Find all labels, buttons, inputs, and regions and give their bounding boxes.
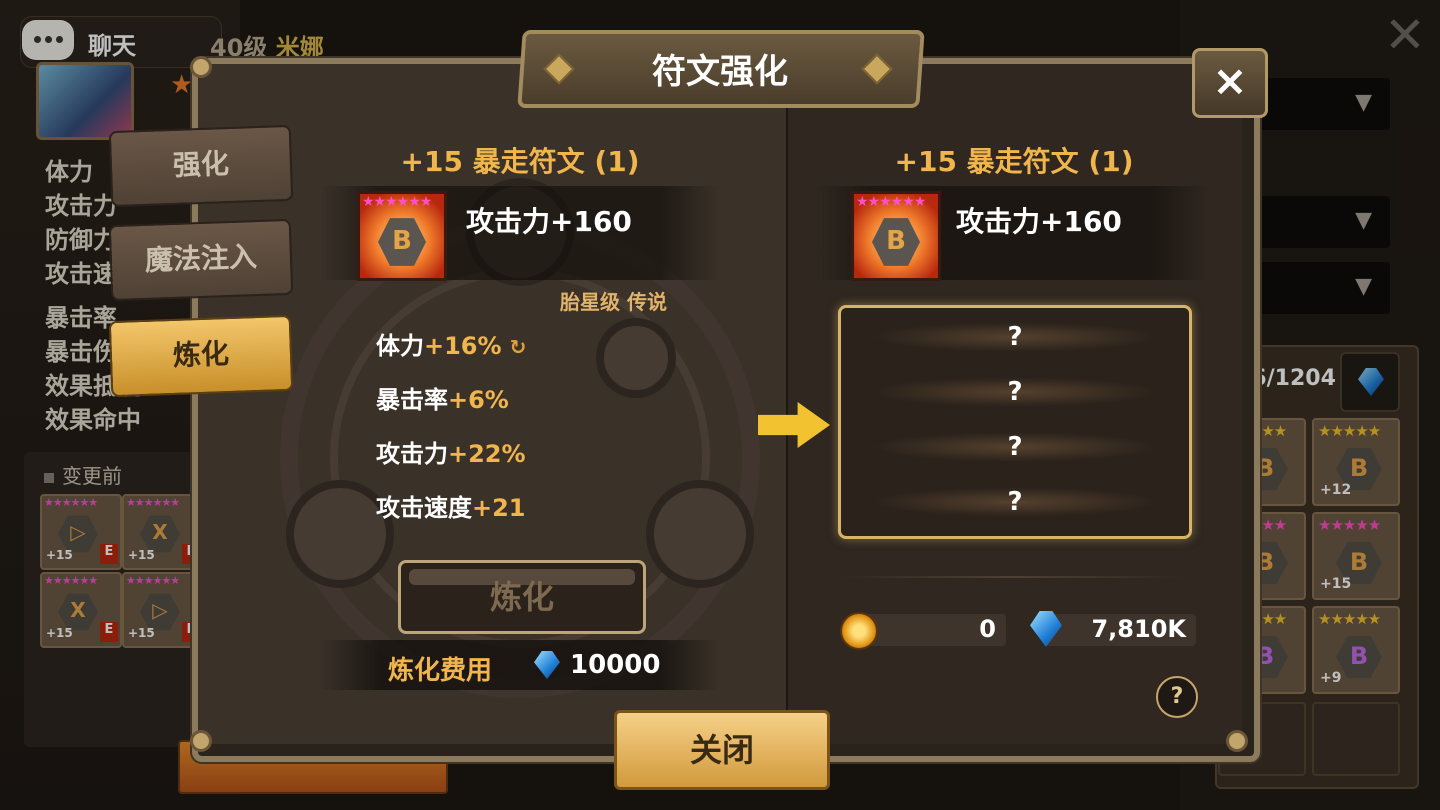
- substat-row: 暴击率+6%: [376, 380, 509, 415]
- conversion-stone-icon: [840, 612, 878, 650]
- section-divider: [836, 576, 1188, 578]
- substat-name: 暴击率: [376, 386, 448, 414]
- substat-name: 体力: [376, 332, 424, 360]
- substat-value: +22%: [448, 440, 526, 468]
- refine-action-label: 炼化: [489, 578, 554, 616]
- resource-2-value: 7,810K: [1091, 615, 1186, 643]
- result-main-stat: 攻击力+160: [956, 205, 1122, 238]
- refine-cost-value: 10000: [570, 650, 661, 680]
- rune-hexagon-icon: B: [872, 218, 920, 266]
- modal-title: 符文强化: [652, 52, 788, 92]
- resource-1-value: 0: [979, 615, 996, 643]
- substat-row: 攻击速度+21: [376, 488, 526, 523]
- rune-grade: 胎星级 传说: [560, 290, 667, 314]
- close-button[interactable]: 关闭: [614, 710, 830, 790]
- substat-row: 体力+16% ↻: [376, 326, 526, 361]
- substat-row: 攻击力+22%: [376, 434, 526, 469]
- tab-refine[interactable]: 炼化: [108, 314, 294, 398]
- frame-corner-ornament: [190, 56, 212, 78]
- result-rune-icon: ★★★★★★ B: [851, 191, 941, 281]
- close-icon[interactable]: ×: [1192, 48, 1268, 118]
- unknown-substat: ?: [870, 432, 1160, 462]
- refine-cost-label: 炼化费用: [388, 656, 493, 686]
- emblem-node: [596, 318, 676, 398]
- substat-value: +6%: [448, 386, 509, 414]
- current-rune-title: +15 暴走符文 (1): [400, 145, 640, 178]
- tab-upgrade[interactable]: 强化: [108, 124, 294, 208]
- help-button[interactable]: ?: [1156, 676, 1198, 718]
- substat-name: 攻击速度: [376, 494, 472, 522]
- substat-name: 攻击力: [376, 440, 448, 468]
- tab-enchant[interactable]: 魔法注入: [108, 218, 294, 302]
- rune-stars: ★★★★★★: [362, 194, 432, 210]
- unknown-substat: ?: [870, 322, 1160, 352]
- current-main-stat: 攻击力+160: [466, 205, 632, 238]
- pane-divider: [786, 64, 788, 744]
- emblem-node: [646, 480, 754, 588]
- refine-action-button[interactable]: 炼化: [398, 560, 646, 634]
- result-rune-title: +15 暴走符文 (1): [894, 145, 1134, 178]
- refresh-icon: ↻: [509, 335, 527, 359]
- frame-corner-ornament: [190, 730, 212, 752]
- substat-value: +16%: [424, 332, 502, 360]
- substat-value: +21: [472, 494, 526, 522]
- current-rune-icon: ★★★★★★ B: [357, 191, 447, 281]
- unknown-substat: ?: [870, 377, 1160, 407]
- rune-stars: ★★★★★★: [856, 194, 926, 210]
- frame-corner-ornament: [1226, 730, 1248, 752]
- unknown-substat: ?: [870, 487, 1160, 517]
- rune-hexagon-icon: B: [378, 218, 426, 266]
